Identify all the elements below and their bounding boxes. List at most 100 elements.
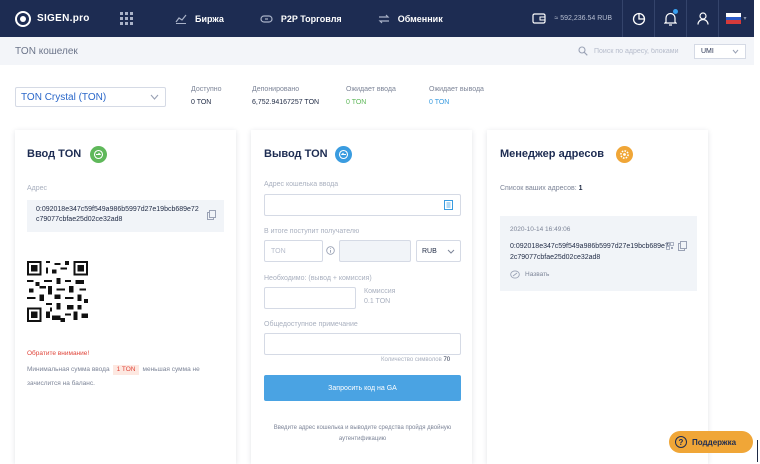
deposit-title: Ввод TON — [27, 148, 82, 160]
search-icon — [578, 46, 588, 56]
profile-button[interactable] — [686, 0, 718, 37]
fiat-currency-select[interactable]: RUB — [416, 240, 461, 262]
amount-ton-input[interactable]: TON — [264, 240, 323, 262]
deposit-address[interactable]: 0:092018e347c59f549a986b5997d27e19bcb689… — [27, 200, 224, 232]
portfolio-button[interactable] — [622, 0, 654, 37]
language-selector[interactable]: ▾ — [718, 0, 754, 37]
note-input[interactable] — [264, 333, 461, 355]
chevron-down-icon: ▾ — [743, 16, 747, 22]
address-item-value: 0:092018e347c59f549a986b5997d27e19bcb689… — [510, 243, 669, 261]
stat-value: 0 TON — [429, 99, 450, 106]
chevron-down-icon — [447, 249, 455, 254]
coin-select[interactable]: TON Crystal (TON) — [15, 87, 166, 107]
wallet-balance-value: ≈ 592,236.54 RUB — [554, 15, 612, 22]
rename-button[interactable]: Назвать — [510, 270, 549, 279]
withdraw-address-input[interactable] — [264, 194, 461, 216]
wallet-icon — [532, 13, 547, 24]
min-amount-badge: 1 TON — [112, 365, 140, 375]
address-list-count: 1 — [578, 185, 583, 192]
char-counter-value: 70 — [443, 357, 451, 363]
warning-title: Обратите внимание! — [27, 350, 90, 357]
fiat-currency-value: RUB — [422, 247, 437, 255]
address-list-label: Список ваших адресов: 1 — [500, 185, 583, 192]
qr-code-image — [27, 261, 88, 322]
rename-label: Назвать — [525, 271, 550, 278]
stat-label: Депонировано — [252, 86, 300, 93]
request-ga-code-button[interactable]: Запросить код на GA — [264, 375, 461, 401]
nav-link-exchange[interactable]: Биржа — [175, 14, 224, 24]
commission-label: Комиссия — [364, 288, 396, 295]
qr-code-icon[interactable] — [666, 242, 674, 250]
logo[interactable]: SIGEN.pro — [15, 10, 111, 27]
chevron-down-icon — [732, 49, 739, 54]
notification-dot — [673, 9, 678, 14]
currency-select[interactable]: UMI — [694, 43, 746, 59]
manager-title: Менеджер адресов — [500, 148, 604, 160]
logo-text: SIGEN.pro — [37, 13, 90, 24]
wallet-balance[interactable]: ≈ 592,236.54 RUB — [532, 13, 622, 24]
support-label: Поддержка — [692, 437, 737, 447]
stat-pending-deposit: Ожидает ввода 0 TON — [346, 86, 396, 106]
stat-value: 0 TON — [191, 99, 212, 106]
deposit-address-label: Адрес — [27, 185, 48, 192]
note-label: Общедоступное примечание — [264, 321, 358, 328]
gear-icon — [616, 146, 633, 163]
withdraw-hint: Введите адрес кошелька и выводите средст… — [273, 425, 452, 442]
withdraw-card: Вывод TON Адрес кошелька ввода В итоге п… — [251, 130, 472, 464]
coin-select-value: TON Crystal (TON) — [21, 91, 107, 103]
nav-link-p2p-label: P2P Торговля — [280, 13, 342, 24]
warning-text: Минимальная сумма ввода 1 TON меньшая сумм… — [27, 363, 227, 391]
info-icon[interactable] — [326, 246, 335, 255]
stat-label: Ожидает вывода — [429, 86, 484, 93]
nav-link-swap[interactable]: Обменник — [378, 14, 443, 24]
address-list-label-text: Список ваших адресов: — [500, 185, 577, 192]
nav-link-exchange-label: Биржа — [195, 13, 224, 24]
stat-label: Ожидает ввода — [346, 86, 396, 93]
window-edge-divider — [757, 440, 758, 462]
nav-link-swap-label: Обменник — [397, 13, 443, 24]
need-label: Необходимо: (вывод + комиссия) — [264, 275, 372, 282]
stat-deposited: Депонировано 6,752.94167257 TON — [252, 86, 319, 106]
address-manager-card: Менеджер адресов Список ваших адресов: 1… — [487, 130, 708, 464]
logo-mark-icon — [15, 10, 31, 27]
deposit-arrow-icon — [90, 146, 107, 163]
address-book-icon[interactable] — [444, 200, 453, 210]
notifications-button[interactable] — [654, 0, 686, 37]
nav-link-p2p[interactable]: P2P Торговля — [260, 14, 342, 24]
receive-label: В итоге поступит получателю — [264, 228, 360, 235]
warning-text-before: Минимальная сумма ввода — [27, 366, 110, 373]
user-icon — [696, 12, 709, 25]
currency-select-value: UMI — [701, 47, 714, 55]
page-title: TON кошелек — [15, 45, 78, 57]
chevron-down-icon — [150, 94, 159, 100]
withdraw-title: Вывод TON — [264, 148, 328, 160]
search-input[interactable] — [594, 47, 692, 55]
stat-value: 6,752.94167257 TON — [252, 99, 320, 106]
stat-available: Доступно 0 TON — [191, 86, 222, 106]
swap-arrows-icon — [378, 14, 390, 23]
support-button[interactable]: ? Поддержка — [669, 431, 753, 453]
address-list-item[interactable]: 2020-10-14 16:49:06 0:092018e347c59f549a… — [500, 216, 697, 291]
edit-icon — [510, 270, 520, 279]
total-amount-input[interactable] — [264, 287, 356, 309]
top-navigation: SIGEN.pro Биржа P2P Торговля Обменник ≈ … — [0, 0, 754, 37]
char-counter-label: Количество символов — [381, 357, 442, 363]
handshake-icon — [260, 14, 273, 23]
amount-fiat-input[interactable] — [339, 240, 411, 262]
chart-icon — [175, 14, 187, 24]
question-icon: ? — [675, 436, 687, 448]
stat-value: 0 TON — [346, 99, 367, 106]
russia-flag-icon — [726, 13, 742, 25]
stat-pending-withdraw: Ожидает вывода 0 TON — [429, 86, 484, 106]
char-counter: Количество символов 70 — [381, 357, 450, 363]
pie-chart-icon — [632, 12, 645, 25]
withdraw-address-label: Адрес кошелька ввода — [264, 181, 339, 188]
page-subheader: TON кошелек UMI — [0, 37, 754, 65]
copy-icon[interactable] — [207, 210, 216, 220]
search-bar: UMI — [578, 43, 746, 59]
copy-icon[interactable] — [678, 241, 687, 251]
apps-grid-icon[interactable] — [120, 12, 133, 25]
address-item-date: 2020-10-14 16:49:06 — [510, 226, 571, 233]
deposit-card: Ввод TON Адрес 0:092018e347c59f549a986b5… — [15, 130, 236, 464]
stat-label: Доступно — [191, 86, 222, 93]
